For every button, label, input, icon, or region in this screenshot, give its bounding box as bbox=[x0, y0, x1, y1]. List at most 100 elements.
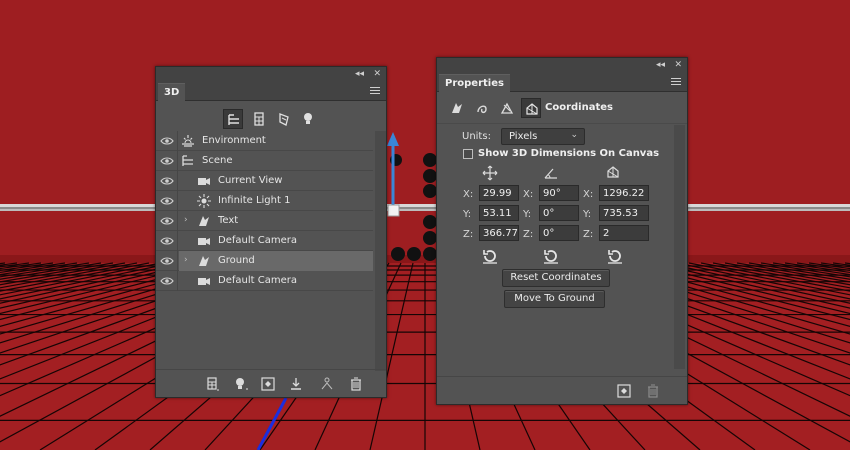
panel-menu-icon[interactable] bbox=[671, 78, 681, 85]
deform-tab-icon[interactable] bbox=[472, 98, 492, 118]
visibility-eye-icon[interactable] bbox=[156, 251, 178, 271]
show-dimensions-label: Show 3D Dimensions On Canvas bbox=[478, 148, 660, 159]
rot-y-input[interactable]: 0° bbox=[539, 205, 579, 221]
visibility-eye-icon[interactable] bbox=[156, 191, 178, 211]
layer-label: Current View bbox=[218, 175, 283, 186]
move-to-ground-button[interactable]: Move To Ground bbox=[504, 290, 605, 308]
rot-x-input[interactable]: 90° bbox=[539, 185, 579, 201]
layer-row-content[interactable]: Infinite Light 1 bbox=[179, 191, 373, 211]
toggle-objects-icon[interactable] bbox=[319, 376, 335, 392]
visibility-eye-icon[interactable] bbox=[156, 211, 178, 231]
visibility-eye-icon[interactable] bbox=[156, 131, 178, 151]
chevron-right-icon[interactable]: › bbox=[184, 255, 188, 265]
units-label: Units: bbox=[462, 131, 491, 142]
mesh-tab-icon[interactable] bbox=[447, 98, 467, 118]
layer-label: Default Camera bbox=[218, 235, 297, 246]
layer-list-scrollbar[interactable] bbox=[375, 131, 386, 371]
render-icon[interactable] bbox=[616, 383, 632, 399]
add-mesh-icon[interactable] bbox=[204, 376, 220, 392]
units-select[interactable]: Pixels ⌄ bbox=[501, 128, 585, 145]
delete-icon[interactable] bbox=[645, 383, 661, 399]
panel-properties-topbar[interactable]: ◂◂ ✕ bbox=[437, 58, 687, 72]
filter-whole-scene-icon[interactable] bbox=[223, 109, 243, 129]
3d-panel: ◂◂ ✕ 3D Environment Scene Current View Infi… bbox=[155, 66, 387, 398]
properties-panel: ◂◂ ✕ Properties Coordinates Units: Pixel… bbox=[436, 57, 688, 405]
panel-menu-icon[interactable] bbox=[370, 87, 380, 94]
layer-label: Ground bbox=[218, 255, 255, 266]
layer-row-content[interactable]: Environment bbox=[179, 131, 373, 151]
add-light-icon[interactable] bbox=[233, 376, 249, 392]
pos-z-label: Z: bbox=[463, 229, 474, 240]
collapse-icon[interactable]: ◂◂ bbox=[656, 59, 665, 71]
layer-row[interactable]: Infinite Light 1 bbox=[156, 191, 373, 211]
layer-row[interactable]: Environment bbox=[156, 131, 373, 151]
rot-y-label: Y: bbox=[523, 209, 532, 220]
filter-materials-icon[interactable] bbox=[274, 109, 294, 129]
section-title: Coordinates bbox=[545, 102, 613, 113]
layer-row-content[interactable]: › Ground bbox=[179, 251, 373, 271]
camera-icon bbox=[197, 174, 211, 188]
layer-row[interactable]: › Text bbox=[156, 211, 373, 231]
panel-properties-footer bbox=[437, 376, 687, 404]
layer-row-content[interactable]: Default Camera bbox=[179, 231, 373, 251]
pos-x-input[interactable]: 29.99 bbox=[479, 185, 519, 201]
panel-3d-tabbar: 3D bbox=[156, 81, 386, 101]
panel-3d-footer bbox=[156, 369, 386, 397]
reset-rotation-icon[interactable] bbox=[542, 247, 560, 265]
properties-scrollbar[interactable] bbox=[674, 125, 685, 369]
layer-row[interactable]: Current View bbox=[156, 171, 373, 191]
units-value: Pixels bbox=[509, 131, 538, 142]
pos-y-label: Y: bbox=[463, 209, 472, 220]
layer-row-content[interactable]: Scene bbox=[179, 151, 373, 171]
layer-row[interactable]: Scene bbox=[156, 151, 373, 171]
rot-z-label: Z: bbox=[523, 229, 534, 240]
scale-z-input[interactable]: 2 bbox=[599, 225, 649, 241]
scale-y-input[interactable]: 735.53 bbox=[599, 205, 649, 221]
camera-icon bbox=[197, 274, 211, 288]
viewport-scene bbox=[0, 0, 850, 450]
collapse-icon[interactable]: ◂◂ bbox=[355, 68, 364, 80]
layer-row-content[interactable]: › Text bbox=[179, 211, 373, 231]
render-icon[interactable] bbox=[260, 376, 276, 392]
pos-x-label: X: bbox=[463, 189, 474, 200]
reset-scale-icon[interactable] bbox=[606, 247, 624, 265]
visibility-eye-icon[interactable] bbox=[156, 171, 178, 191]
layer-row[interactable]: › Ground bbox=[156, 251, 373, 271]
layer-row-content[interactable]: Default Camera bbox=[179, 271, 373, 291]
camera-icon bbox=[197, 234, 211, 248]
layer-label: Text bbox=[218, 215, 239, 226]
chevron-right-icon[interactable]: › bbox=[184, 215, 188, 225]
visibility-eye-icon[interactable] bbox=[156, 151, 178, 171]
light-icon bbox=[197, 194, 211, 208]
tab-3d[interactable]: 3D bbox=[158, 83, 186, 101]
rot-z-input[interactable]: 0° bbox=[539, 225, 579, 241]
panel-3d-topbar[interactable]: ◂◂ ✕ bbox=[156, 67, 386, 81]
environment-icon bbox=[181, 134, 195, 148]
reset-position-icon[interactable] bbox=[481, 247, 499, 265]
3d-viewport[interactable] bbox=[0, 0, 850, 450]
visibility-eye-icon[interactable] bbox=[156, 271, 178, 291]
pos-z-input[interactable]: 366.77 bbox=[479, 225, 519, 241]
cap-tab-icon[interactable] bbox=[497, 98, 517, 118]
layer-row[interactable]: Default Camera bbox=[156, 271, 373, 291]
delete-icon[interactable] bbox=[348, 376, 364, 392]
filter-lights-icon[interactable] bbox=[298, 109, 318, 129]
coordinates-tab-icon[interactable] bbox=[521, 98, 541, 118]
filter-meshes-icon[interactable] bbox=[249, 109, 269, 129]
tab-properties[interactable]: Properties bbox=[439, 74, 510, 92]
pos-y-input[interactable]: 53.11 bbox=[479, 205, 519, 221]
scene-icon bbox=[181, 154, 195, 168]
drop-to-ground-icon[interactable] bbox=[288, 376, 304, 392]
layer-row-content[interactable]: Current View bbox=[179, 171, 373, 191]
scale-x-input[interactable]: 1296.22 bbox=[599, 185, 649, 201]
close-icon[interactable]: ✕ bbox=[373, 68, 381, 80]
scale-z-label: Z: bbox=[583, 229, 594, 240]
reset-coordinates-button[interactable]: Reset Coordinates bbox=[502, 269, 610, 287]
close-icon[interactable]: ✕ bbox=[674, 59, 682, 71]
visibility-eye-icon[interactable] bbox=[156, 231, 178, 251]
layer-label: Environment bbox=[202, 135, 266, 146]
show-dimensions-checkbox[interactable] bbox=[463, 149, 473, 159]
layer-label: Default Camera bbox=[218, 275, 297, 286]
scale-x-label: X: bbox=[583, 189, 594, 200]
layer-row[interactable]: Default Camera bbox=[156, 231, 373, 251]
